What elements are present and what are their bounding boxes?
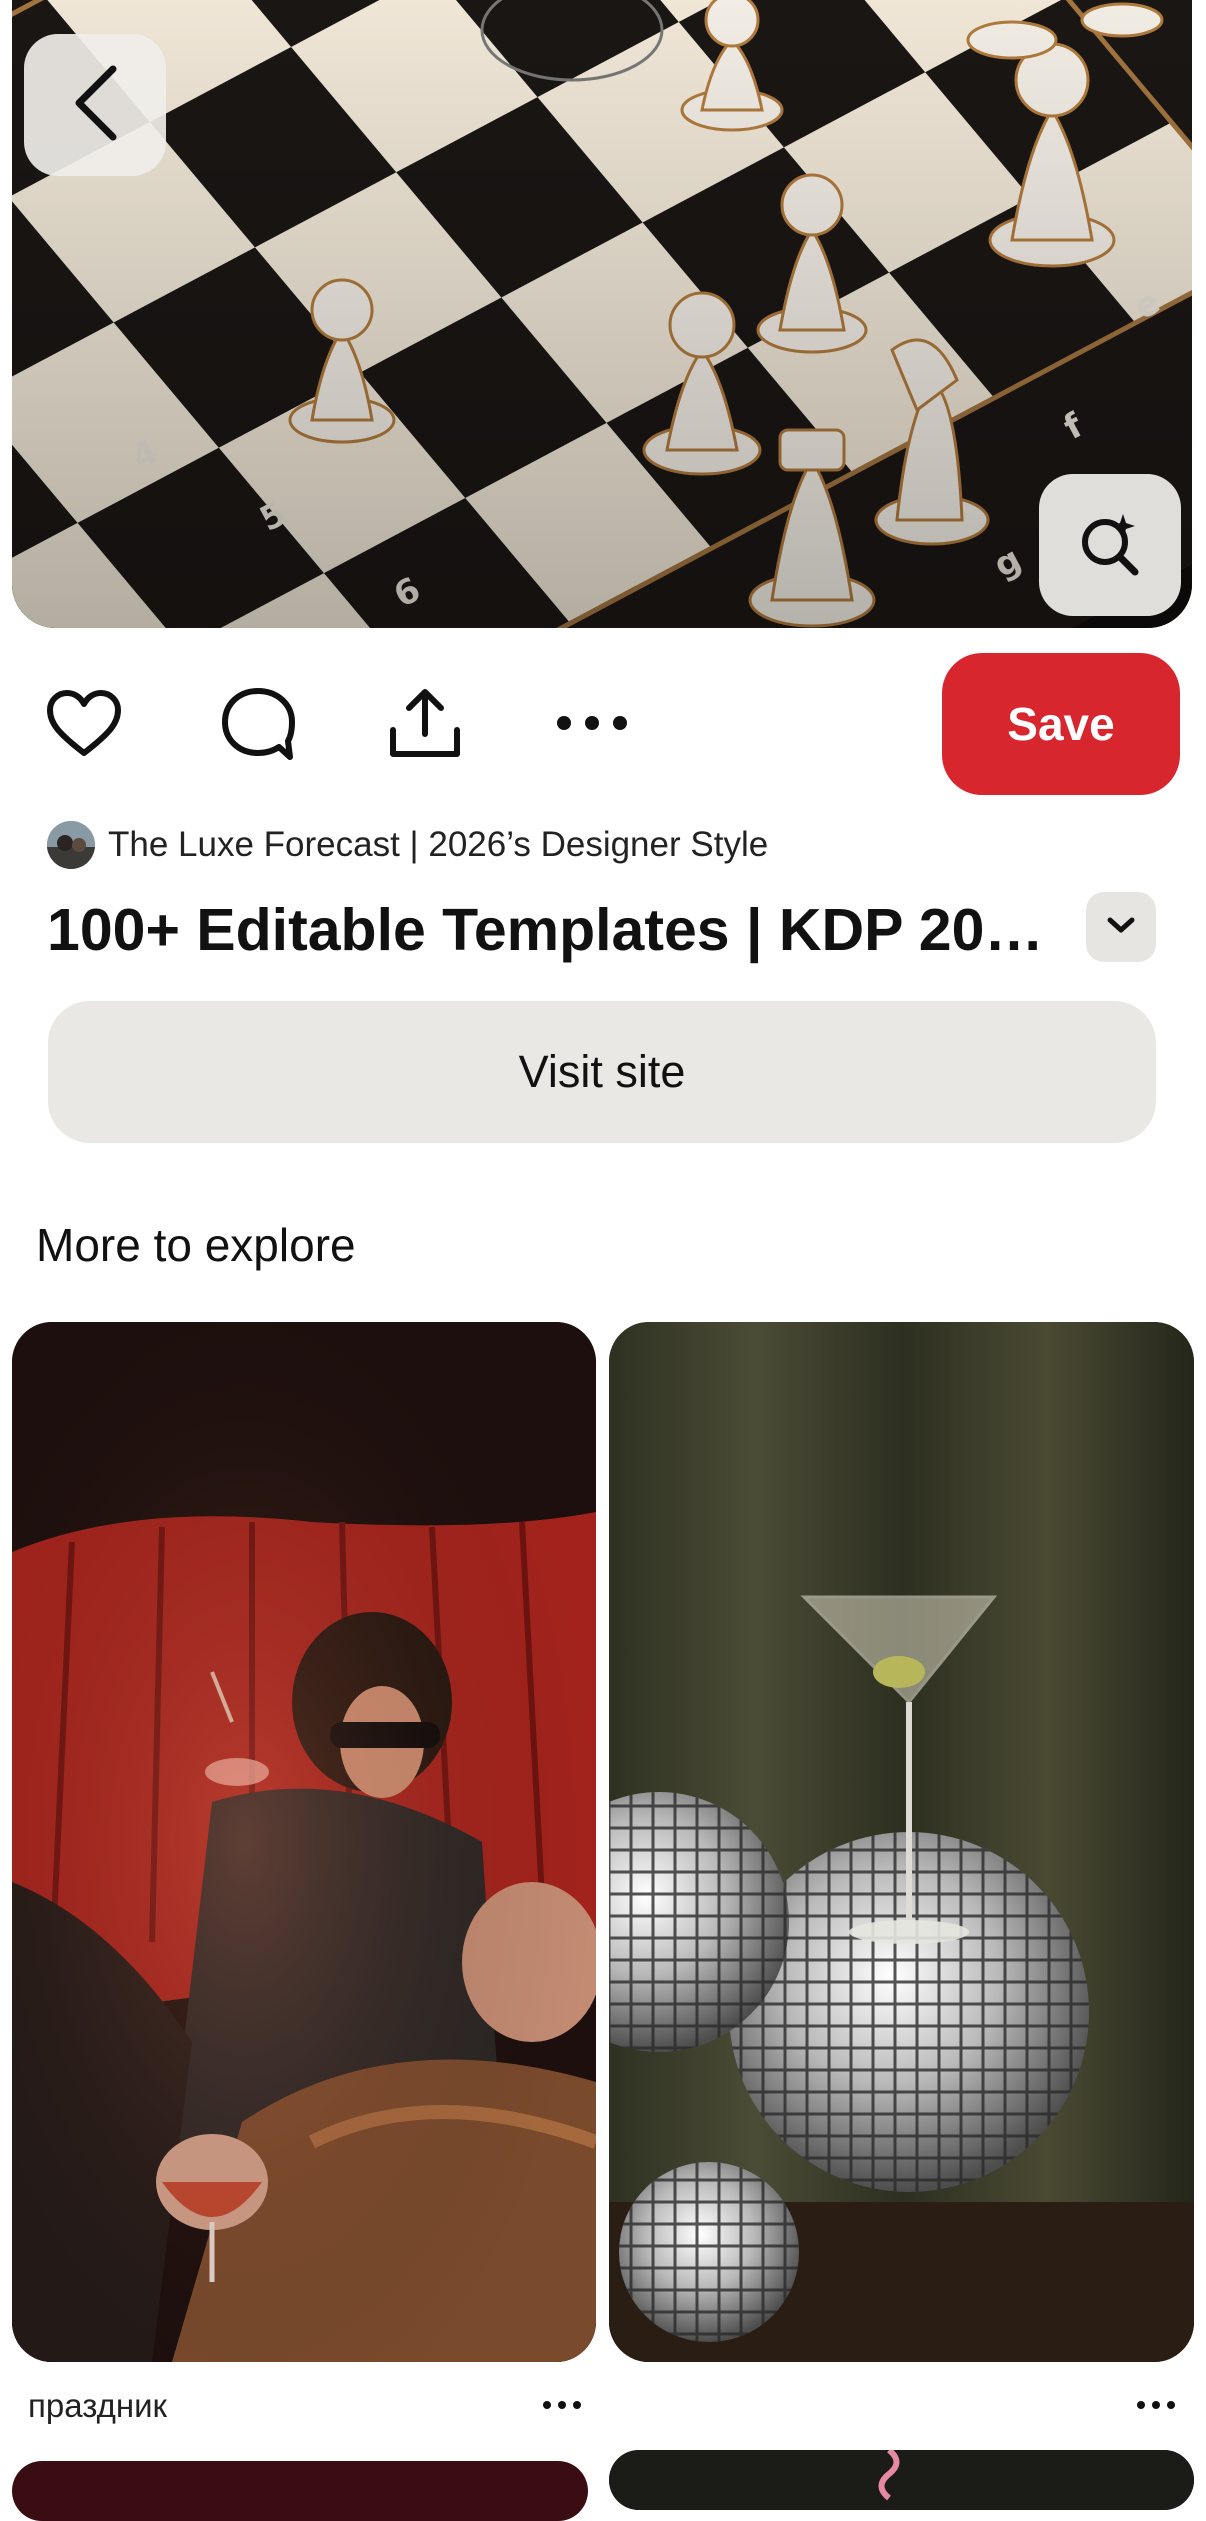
visual-search-button[interactable] (1039, 474, 1181, 616)
explore-pin-card[interactable] (12, 1322, 596, 2362)
share-icon (387, 686, 463, 767)
pin-image[interactable]: 4 5 6 e f g (12, 0, 1192, 628)
section-heading: More to explore (36, 1219, 356, 1271)
back-button[interactable] (24, 34, 166, 176)
more-options-button[interactable] (552, 700, 632, 750)
heart-icon (46, 689, 122, 764)
explore-pin-card[interactable] (609, 1322, 1194, 2362)
explore-pin-card[interactable] (12, 2461, 588, 2521)
like-button[interactable] (44, 686, 124, 766)
more-icon (542, 2397, 582, 2415)
pin-caption[interactable]: праздник (28, 2382, 167, 2430)
comment-button[interactable] (218, 686, 298, 766)
explore-pin-card[interactable] (609, 2450, 1194, 2510)
share-button[interactable] (385, 686, 465, 766)
card-more-button[interactable] (1126, 2386, 1186, 2426)
card-more-button[interactable] (532, 2386, 592, 2426)
creator-name[interactable]: The Luxe Forecast | 2026’s Designer Styl… (108, 820, 768, 870)
comment-icon (220, 686, 296, 767)
more-icon (1136, 2397, 1176, 2415)
more-icon (554, 713, 630, 738)
avatar[interactable] (47, 821, 95, 869)
save-button[interactable]: Save (942, 653, 1180, 795)
visual-search-icon (1075, 508, 1145, 583)
visit-site-button[interactable]: Visit site (48, 1001, 1156, 1143)
expand-title-button[interactable] (1086, 892, 1156, 962)
chevron-left-icon (69, 63, 121, 148)
pin-title: 100+ Editable Templates | KDP 202... (47, 897, 1057, 963)
chevron-down-icon (1106, 915, 1136, 940)
